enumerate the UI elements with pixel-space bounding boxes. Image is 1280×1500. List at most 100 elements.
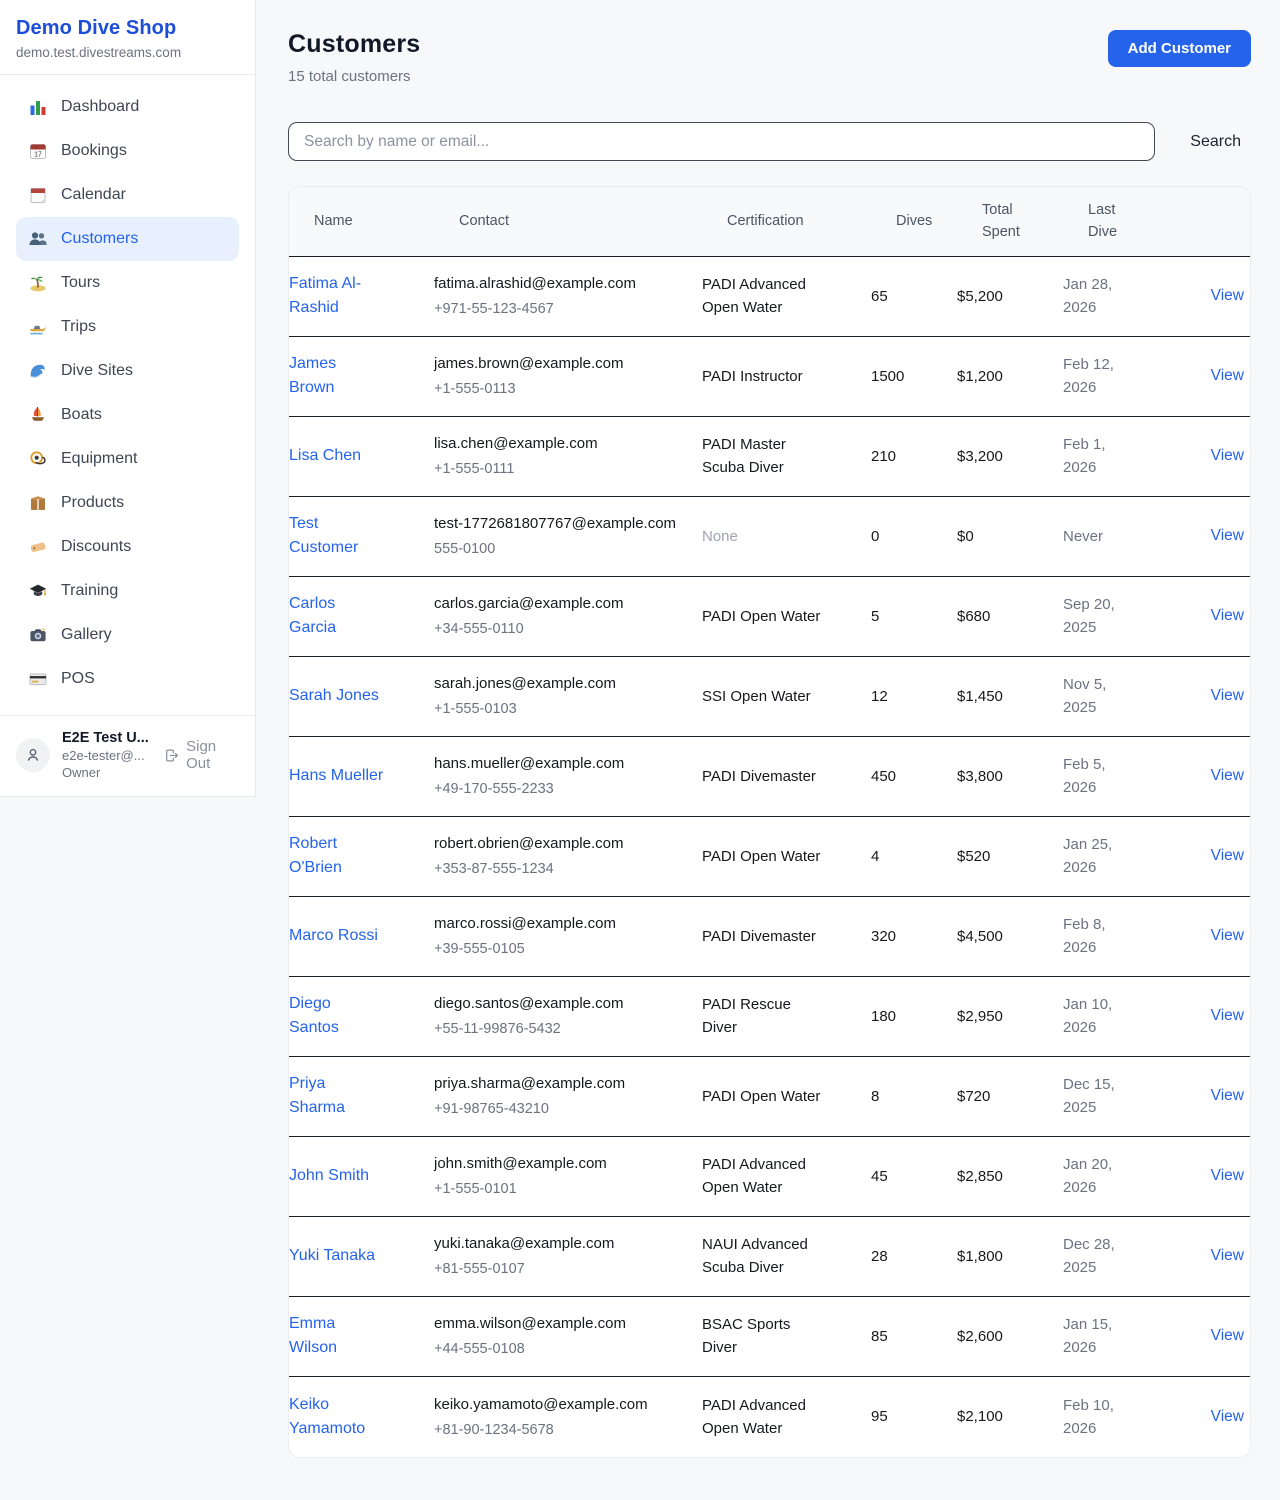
customer-name-link[interactable]: Test Customer [289,512,384,560]
contact-cell: yuki.tanaka@example.com +81-555-0107 [434,1232,702,1281]
customer-total-spent: $0 [957,525,1063,548]
sidebar-item-tours[interactable]: Tours [16,261,239,305]
contact-cell: keiko.yamamoto@example.com +81-90-1234-5… [434,1393,702,1442]
customer-name-link[interactable]: Sarah Jones [289,684,379,708]
avatar [16,738,50,772]
customer-name-link[interactable]: Emma Wilson [289,1312,384,1360]
pos-icon [28,669,48,689]
customer-email: test-1772681807767@example.com [434,512,677,535]
table-row: Priya Sharma priya.sharma@example.com +9… [289,1057,1250,1137]
customer-dives: 65 [871,285,957,308]
sidebar-item-label: POS [61,670,95,688]
customer-dives: 320 [871,925,957,948]
customer-certification: PADI Advanced Open Water [702,1394,827,1441]
customer-dives: 85 [871,1325,957,1348]
view-customer-link[interactable]: View [1170,364,1250,388]
bookings-icon: 17 [28,141,48,161]
search-button[interactable]: Search [1180,133,1251,151]
customer-name-link[interactable]: Marco Rossi [289,924,378,948]
customer-phone: +353-87-555-1234 [434,858,702,880]
customer-name-link[interactable]: James Brown [289,352,384,400]
view-customer-link[interactable]: View [1170,1004,1250,1028]
sidebar-item-label: Tours [61,274,100,292]
customer-name-link[interactable]: Robert O'Brien [289,832,384,880]
customer-phone: +971-55-123-4567 [434,298,702,320]
customer-name-link[interactable]: Fatima Al-Rashid [289,272,384,320]
sidebar-item-training[interactable]: Training [16,569,239,613]
sign-out-button[interactable]: Sign Out [164,738,239,772]
customer-dives: 45 [871,1165,957,1188]
table-row: Yuki Tanaka yuki.tanaka@example.com +81-… [289,1217,1250,1297]
customer-last-dive: Sep 20, 2025 [1063,593,1123,640]
customer-certification: PADI Instructor [702,365,827,388]
contact-cell: sarah.jones@example.com +1-555-0103 [434,672,702,721]
sidebar-item-calendar[interactable]: Calendar [16,173,239,217]
sidebar-item-label: Customers [61,230,138,248]
customer-certification: PADI Open Water [702,605,827,628]
view-customer-link[interactable]: View [1170,1324,1250,1348]
search-input[interactable] [288,122,1155,161]
customer-dives: 1500 [871,365,957,388]
customer-phone: +49-170-555-2233 [434,778,702,800]
table-row: Keiko Yamamoto keiko.yamamoto@example.co… [289,1377,1250,1457]
view-customer-link[interactable]: View [1170,524,1250,548]
customer-name-link[interactable]: John Smith [289,1164,369,1188]
customer-count: 15 total customers [288,68,420,85]
view-customer-link[interactable]: View [1170,1084,1250,1108]
customer-phone: +1-555-0101 [434,1178,702,1200]
view-customer-link[interactable]: View [1170,1244,1250,1268]
sidebar-user-section: E2E Test U... e2e-tester@... Owner Sign … [0,715,255,796]
view-customer-link[interactable]: View [1170,444,1250,468]
sidebar-item-dashboard[interactable]: Dashboard [16,85,239,129]
sidebar-item-bookings[interactable]: 17Bookings [16,129,239,173]
customer-last-dive: Feb 12, 2026 [1063,353,1123,400]
sidebar-item-equipment[interactable]: Equipment [16,437,239,481]
sidebar-item-products[interactable]: Products [16,481,239,525]
training-icon [28,581,48,601]
contact-cell: test-1772681807767@example.com 555-0100 [434,512,702,561]
customer-total-spent: $2,850 [957,1165,1063,1188]
customer-name-link[interactable]: Diego Santos [289,992,384,1040]
view-customer-link[interactable]: View [1170,764,1250,788]
customer-name-link[interactable]: Priya Sharma [289,1072,384,1120]
customer-email: carlos.garcia@example.com [434,592,677,615]
customer-phone: +34-555-0110 [434,618,702,640]
sidebar-item-discounts[interactable]: Discounts [16,525,239,569]
view-customer-link[interactable]: View [1170,844,1250,868]
customer-certification: PADI Open Water [702,845,827,868]
table-row: Sarah Jones sarah.jones@example.com +1-5… [289,657,1250,737]
discounts-icon [28,537,48,557]
view-customer-link[interactable]: View [1170,1164,1250,1188]
person-icon [23,745,43,765]
sidebar-item-gallery[interactable]: Gallery [16,613,239,657]
shop-title: Demo Dive Shop [16,17,239,40]
customer-email: marco.rossi@example.com [434,912,677,935]
customer-total-spent: $520 [957,845,1063,868]
add-customer-button[interactable]: Add Customer [1108,30,1251,67]
sidebar-item-dive-sites[interactable]: Dive Sites [16,349,239,393]
sidebar-item-customers[interactable]: Customers [16,217,239,261]
column-header-dives: Dives [896,198,982,244]
sidebar-item-trips[interactable]: Trips [16,305,239,349]
view-customer-link[interactable]: View [1170,284,1250,308]
view-customer-link[interactable]: View [1170,924,1250,948]
customer-name-link[interactable]: Hans Mueller [289,764,383,788]
customer-total-spent: $720 [957,1085,1063,1108]
customers-icon [28,229,48,249]
customer-name-link[interactable]: Yuki Tanaka [289,1244,375,1268]
sidebar-item-boats[interactable]: Boats [16,393,239,437]
view-customer-link[interactable]: View [1170,1405,1250,1429]
view-customer-link[interactable]: View [1170,684,1250,708]
sidebar-item-label: Equipment [61,450,138,468]
customer-last-dive: Jan 15, 2026 [1063,1313,1123,1360]
customer-certification: NAUI Advanced Scuba Diver [702,1233,827,1280]
customer-name-link[interactable]: Lisa Chen [289,444,361,468]
customer-name-link[interactable]: Carlos Garcia [289,592,384,640]
sidebar-item-pos[interactable]: POS [16,657,239,701]
sidebar-item-label: Boats [61,406,102,424]
customer-phone: 555-0100 [434,538,702,560]
view-customer-link[interactable]: View [1170,604,1250,628]
table-row: Lisa Chen lisa.chen@example.com +1-555-0… [289,417,1250,497]
customer-last-dive: Dec 15, 2025 [1063,1073,1123,1120]
customer-name-link[interactable]: Keiko Yamamoto [289,1393,384,1441]
